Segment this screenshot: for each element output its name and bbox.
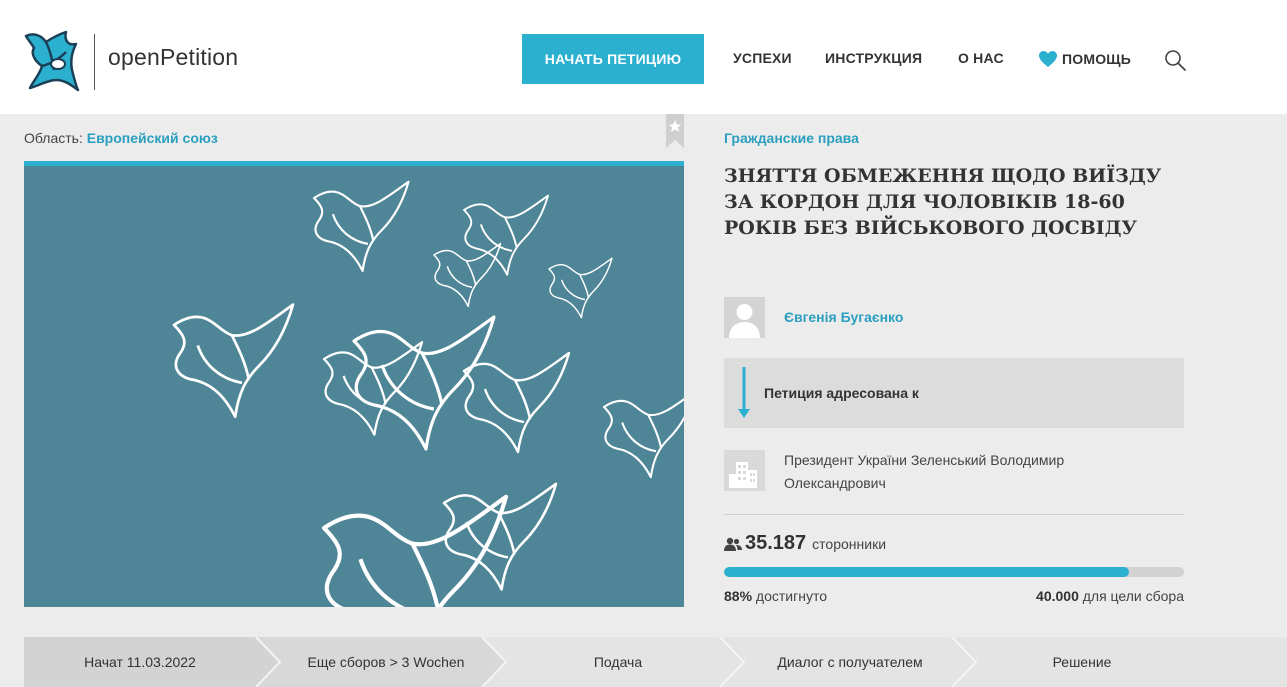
reached-label: достигнуто bbox=[755, 588, 827, 604]
users-icon bbox=[724, 537, 742, 551]
author-link[interactable]: Євгенія Бугаєнко bbox=[784, 309, 903, 325]
building-icon bbox=[724, 450, 765, 491]
bookmark-star-icon[interactable] bbox=[666, 114, 684, 148]
nav-help[interactable]: ПОМОЩЬ bbox=[1038, 50, 1131, 68]
site-header: openPetition НАЧАТЬ ПЕТИЦИЮ УСПЕХИ ИНСТР… bbox=[0, 0, 1287, 114]
goal-value: 40.000 bbox=[1036, 588, 1079, 604]
supporters-label: сторонники bbox=[812, 536, 887, 552]
region-label: Область: bbox=[24, 130, 83, 146]
region-line: Область: Европейский союз bbox=[24, 130, 218, 146]
start-petition-button[interactable]: НАЧАТЬ ПЕТИЦИЮ bbox=[522, 34, 704, 84]
openpetition-logo-icon[interactable] bbox=[24, 30, 82, 92]
progress-fill bbox=[724, 567, 1129, 577]
step-dialogue: Диалог с получателем bbox=[777, 654, 923, 670]
nav-successes[interactable]: УСПЕХИ bbox=[733, 50, 792, 66]
supporters-count: 35.187 bbox=[745, 532, 807, 554]
reached-info: 88% достигнуто bbox=[724, 588, 827, 604]
category-link[interactable]: Гражданские права bbox=[724, 130, 859, 146]
search-icon[interactable] bbox=[1163, 48, 1187, 72]
logo-text[interactable]: openPetition bbox=[108, 44, 238, 71]
reached-value: 88% bbox=[724, 588, 753, 604]
goal-label: для цели сбора bbox=[1082, 588, 1184, 604]
progress-bar bbox=[724, 567, 1184, 577]
user-silhouette-icon bbox=[729, 304, 760, 338]
goal-info: 40.000 для цели сбора bbox=[1036, 588, 1184, 604]
doves-illustration bbox=[172, 180, 684, 607]
step-started: Начат 11.03.2022 bbox=[84, 654, 196, 670]
recipient-name: Президент України Зеленський Володимир О… bbox=[784, 452, 1065, 491]
author-avatar[interactable] bbox=[724, 297, 765, 338]
nav-help-label: ПОМОЩЬ bbox=[1062, 51, 1132, 67]
heart-icon bbox=[1039, 51, 1057, 67]
region-link[interactable]: Европейский союз bbox=[87, 130, 218, 146]
petition-image bbox=[24, 161, 684, 607]
nav-instructions[interactable]: ИНСТРУКЦИЯ bbox=[825, 50, 922, 66]
step-submission: Подача bbox=[593, 654, 643, 670]
supporters-line: 35.187 сторонники bbox=[724, 532, 886, 555]
step-decision: Решение bbox=[1052, 654, 1112, 670]
arrow-down-icon bbox=[738, 367, 750, 418]
logo-divider bbox=[94, 34, 95, 90]
petition-title: ЗНЯТТЯ ОБМЕЖЕННЯ ЩОДО ВИЇЗДУ ЗА КОРДОН Д… bbox=[724, 165, 1162, 239]
divider bbox=[724, 514, 1184, 515]
addressed-label: Петиция адресована к bbox=[764, 385, 919, 401]
nav-about[interactable]: О НАС bbox=[958, 50, 1004, 66]
petition-progress-steps: Начат 11.03.2022 Еще сборов > 3 Wochen П… bbox=[24, 637, 1287, 687]
step-collecting: Еще сборов > 3 Wochen bbox=[307, 654, 465, 670]
